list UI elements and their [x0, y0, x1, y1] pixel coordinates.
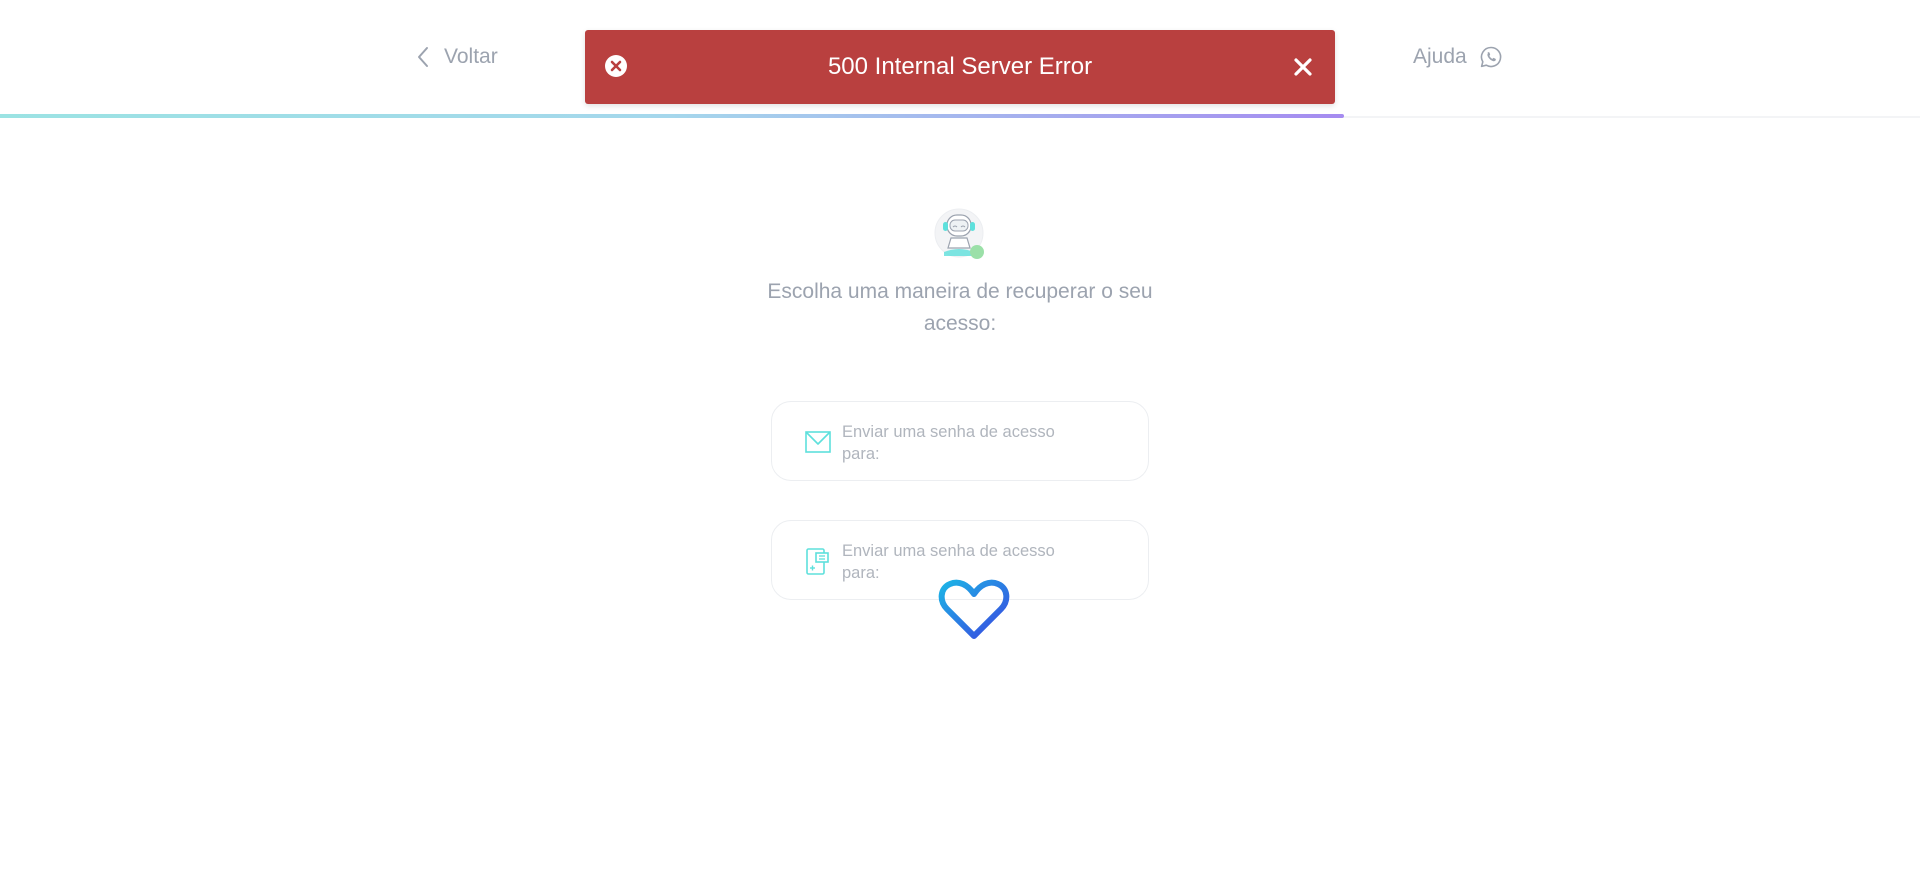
help-label: Ajuda: [1413, 45, 1467, 68]
help-link[interactable]: Ajuda: [1413, 44, 1503, 70]
error-toast: 500 Internal Server Error: [585, 30, 1335, 104]
back-label: Voltar: [444, 45, 498, 68]
toast-message: 500 Internal Server Error: [827, 53, 1093, 80]
close-icon[interactable]: [1291, 55, 1315, 79]
option-email[interactable]: Enviar uma senha de acesso para:: [771, 401, 1149, 481]
heart-icon: [938, 579, 1010, 639]
back-link[interactable]: Voltar: [414, 44, 498, 70]
option-email-label: Enviar uma senha de acesso para:: [842, 423, 1055, 463]
envelope-icon: [805, 431, 831, 453]
page-heading: Escolha uma maneira de recuperar o seu a…: [767, 280, 1153, 335]
chevron-left-icon: [418, 47, 428, 67]
recover-access-page: Voltar Ajuda 500 Internal Server Error E…: [0, 0, 1920, 875]
progress-bar: [0, 114, 1344, 118]
error-circle-icon: [605, 55, 627, 77]
phone-icon: [806, 548, 829, 575]
whatsapp-icon: [1480, 46, 1502, 68]
robot-avatar-icon: [934, 208, 984, 259]
